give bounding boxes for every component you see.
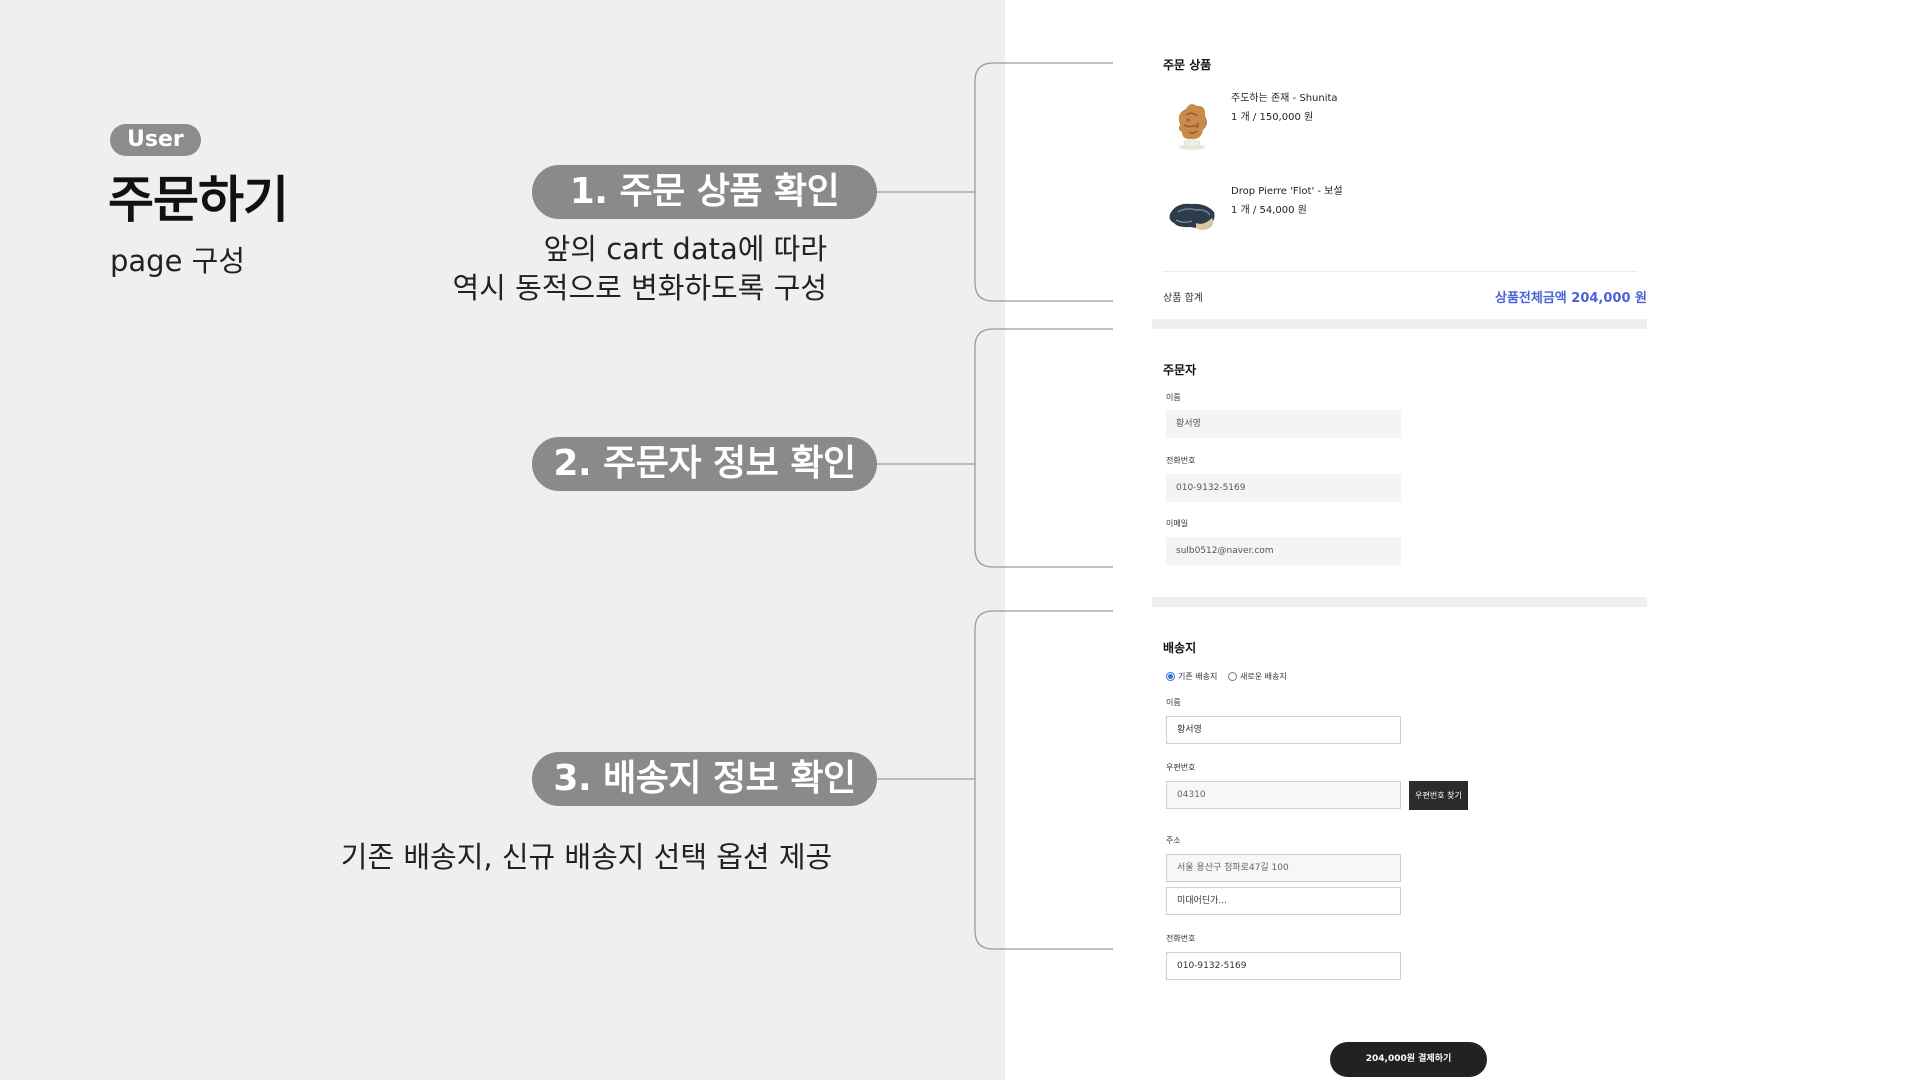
orderer-name-field[interactable]: 황서영: [1166, 410, 1401, 438]
shipping-title: 배송지: [1163, 641, 1197, 655]
step-3-desc-line-1: 기존 배송지, 신규 배송지 선택 옵션 제공: [340, 840, 833, 874]
shipping-name-label: 이름: [1166, 698, 1181, 707]
step-2-pill: 2. 주문자 정보 확인: [532, 437, 877, 491]
user-badge: User: [110, 124, 201, 156]
product-qty-price-2: 1 개 / 54,000 원: [1231, 205, 1307, 216]
orderer-email-label: 이메일: [1166, 519, 1189, 528]
step-1-description: 앞의 cart data에 따라 역시 동적으로 변화하도록 구성: [440, 230, 828, 308]
slide-subtitle: page 구성: [110, 244, 246, 278]
orderer-email-field[interactable]: sulb0512@naver.com: [1166, 537, 1401, 565]
orderer-phone-field[interactable]: 010-9132-5169: [1166, 474, 1401, 502]
shipping-address-field-1[interactable]: 서울 용산구 청파로47길 100: [1166, 854, 1401, 882]
shipping-new-option[interactable]: 새로운 배송지: [1228, 671, 1287, 682]
order-items-title: 주문 상품: [1163, 58, 1212, 72]
radio-selected-icon[interactable]: [1166, 672, 1175, 681]
shipping-name-field[interactable]: 황서영: [1166, 716, 1401, 744]
shipping-address-label: 주소: [1166, 836, 1181, 845]
orderer-title: 주문자: [1163, 363, 1197, 377]
shipping-new-label: 새로운 배송지: [1240, 672, 1287, 681]
radio-unselected-icon[interactable]: [1228, 672, 1237, 681]
shipping-existing-option[interactable]: 기존 배송지: [1166, 671, 1217, 682]
section-divider-1: [1152, 319, 1647, 329]
shipping-phone-field[interactable]: 010-9132-5169: [1166, 952, 1401, 980]
step-1-pill: 1. 주문 상품 확인: [532, 165, 877, 219]
slide-title: 주문하기: [108, 171, 289, 229]
step-3-description: 기존 배송지, 신규 배송지 선택 옵션 제공: [330, 838, 843, 877]
step-1-desc-line-2: 역시 동적으로 변화하도록 구성: [452, 271, 828, 305]
orderer-phone-label: 전화번호: [1166, 456, 1196, 465]
step-1-desc-line-1: 앞의 cart data에 따라: [543, 232, 827, 266]
order-page-mockup: [1005, 0, 1920, 1080]
shipping-existing-label: 기존 배송지: [1178, 672, 1218, 681]
product-name-2: Drop Pierre 'Flot' - 보설: [1231, 186, 1343, 197]
section-divider-2: [1152, 597, 1647, 607]
stone-sculpture-thumbnail: [1169, 203, 1215, 230]
step-3-pill: 3. 배송지 정보 확인: [532, 752, 877, 806]
ceramic-figure-thumbnail: [1178, 104, 1208, 150]
subtotal-value: 상품전체금액 204,000 원: [1495, 291, 1647, 306]
shipping-phone-label: 전화번호: [1166, 934, 1196, 943]
product-name-1: 주도하는 존재 - Shunita: [1231, 93, 1338, 104]
shipping-address-field-2[interactable]: 미대어딘가...: [1166, 887, 1401, 915]
order-items-divider: [1163, 271, 1637, 272]
shipping-zip-label: 우편번호: [1166, 763, 1196, 772]
product-qty-price-1: 1 개 / 150,000 원: [1231, 112, 1314, 123]
slide-left-panel: User 주문하기 page 구성 1. 주문 상품 확인 앞의 cart da…: [0, 0, 1005, 1080]
subtotal-label: 상품 합계: [1163, 293, 1203, 304]
shipping-zip-field[interactable]: 04310: [1166, 781, 1401, 809]
pay-button[interactable]: 204,000원 결제하기: [1330, 1042, 1487, 1077]
zip-search-button[interactable]: 우편번호 찾기: [1409, 781, 1468, 810]
orderer-name-label: 이름: [1166, 393, 1181, 402]
